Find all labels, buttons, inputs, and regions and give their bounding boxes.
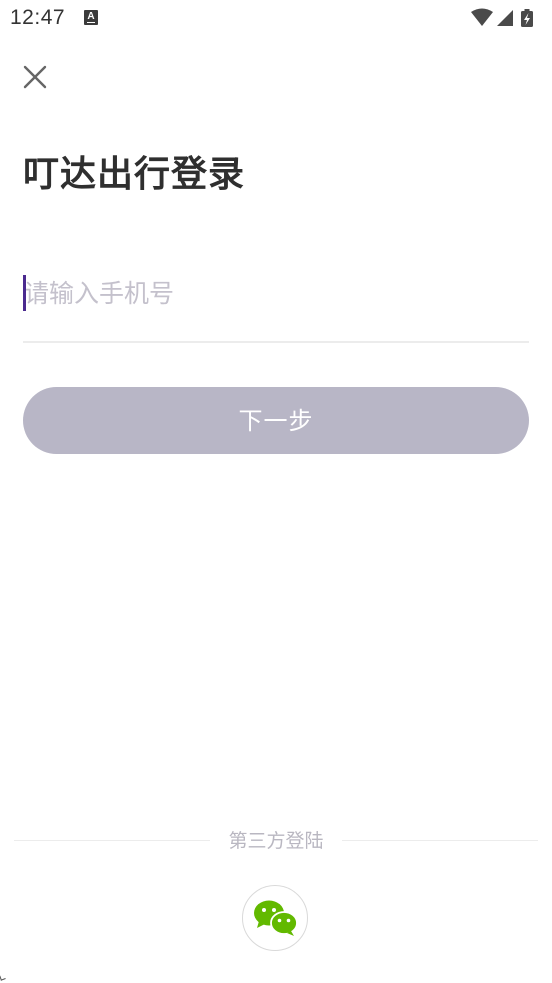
corner-mark <box>0 974 6 981</box>
phone-field[interactable] <box>23 265 529 343</box>
text-caret <box>23 275 26 311</box>
divider-right <box>342 840 538 841</box>
wechat-icon <box>254 900 298 936</box>
page-title: 叮达出行登录 <box>23 154 246 195</box>
wechat-login-button[interactable] <box>242 885 308 951</box>
status-time: 12:47 <box>10 6 66 29</box>
phone-input[interactable] <box>24 271 524 315</box>
close-button[interactable] <box>18 60 54 96</box>
wifi-icon <box>471 8 493 26</box>
third-party-login-label: 第三方登陆 <box>228 830 324 852</box>
close-icon <box>23 65 47 89</box>
status-bar: 12:47 A <box>0 0 552 38</box>
battery-charging-icon <box>521 9 533 27</box>
divider-left <box>14 840 210 841</box>
next-button[interactable]: 下一步 <box>23 387 529 454</box>
a-icon: A <box>84 10 98 25</box>
status-indicators <box>470 8 544 28</box>
signal-icon <box>497 10 513 26</box>
